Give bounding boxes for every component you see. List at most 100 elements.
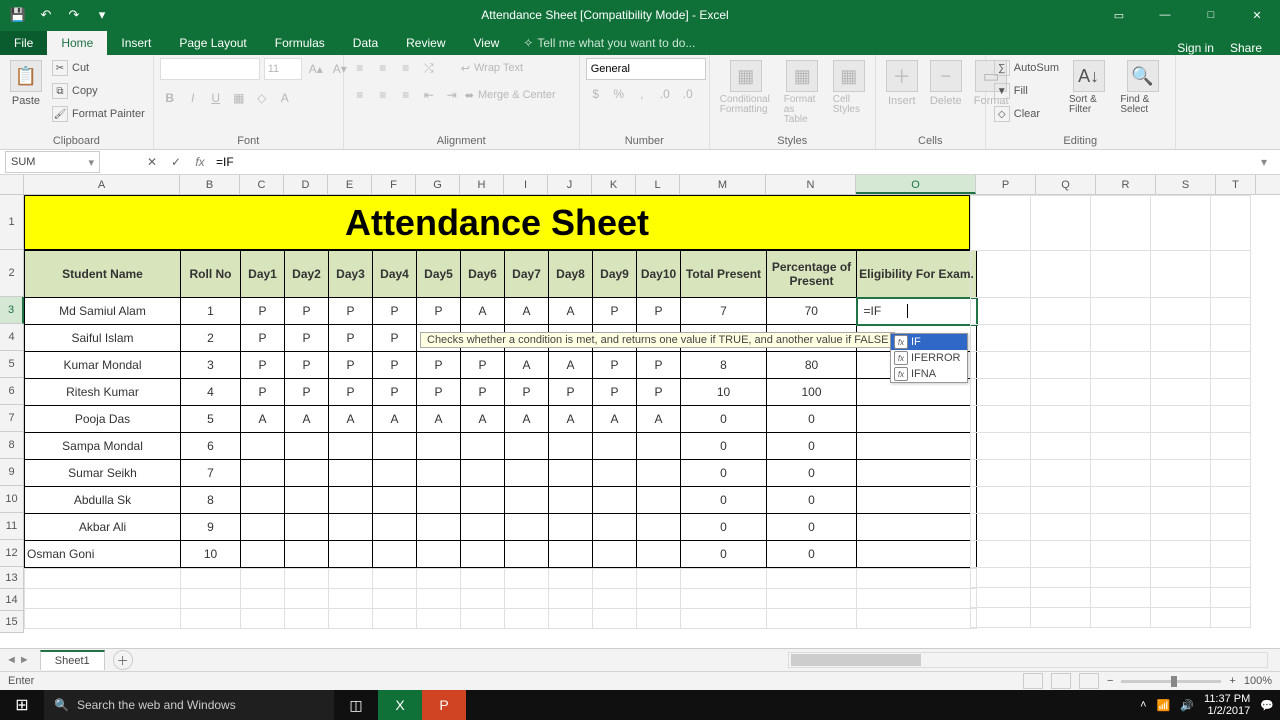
cell[interactable]: 80 (767, 352, 857, 379)
table-header[interactable]: Day6 (461, 251, 505, 298)
cell[interactable] (857, 541, 977, 568)
cell[interactable] (1211, 588, 1251, 608)
cell[interactable]: P (373, 325, 417, 352)
cell[interactable] (461, 460, 505, 487)
cell[interactable] (1091, 568, 1151, 588)
cell[interactable]: P (637, 298, 681, 325)
cell[interactable] (1211, 541, 1251, 568)
tab-insert[interactable]: Insert (107, 31, 165, 55)
cell[interactable] (1211, 352, 1251, 379)
cell[interactable] (593, 569, 637, 589)
notifications-icon[interactable]: 💬 (1260, 699, 1274, 712)
cell[interactable] (637, 609, 681, 629)
cell[interactable] (181, 569, 241, 589)
font-size-combo[interactable] (264, 58, 302, 80)
column-header[interactable]: E (328, 175, 372, 194)
cell[interactable]: A (505, 298, 549, 325)
cell[interactable]: Abdulla Sk (25, 487, 181, 514)
cell[interactable] (1031, 541, 1091, 568)
table-header[interactable]: Day10 (637, 251, 681, 298)
cell[interactable] (1091, 352, 1151, 379)
cell[interactable] (241, 433, 285, 460)
cell[interactable] (593, 589, 637, 609)
cell[interactable] (241, 541, 285, 568)
cell[interactable] (857, 433, 977, 460)
cell[interactable] (971, 460, 1031, 487)
cell[interactable] (241, 609, 285, 629)
cell[interactable] (461, 589, 505, 609)
table-header[interactable]: Eligibility For Exam. (857, 251, 977, 298)
row-header[interactable]: 13 (0, 567, 24, 589)
cell[interactable] (637, 487, 681, 514)
cell[interactable]: P (593, 379, 637, 406)
cell[interactable]: P (461, 352, 505, 379)
table-header[interactable]: Roll No (181, 251, 241, 298)
autocomplete-item[interactable]: fxIFERROR (891, 350, 967, 366)
sheet-nav-next-icon[interactable]: ► (19, 654, 30, 666)
cell[interactable] (593, 609, 637, 629)
cell[interactable]: P (329, 379, 373, 406)
cell[interactable]: 0 (681, 460, 767, 487)
cell[interactable]: Kumar Mondal (25, 352, 181, 379)
cell[interactable] (637, 460, 681, 487)
column-header[interactable]: O (856, 175, 976, 194)
cell[interactable]: P (285, 352, 329, 379)
cell[interactable] (593, 514, 637, 541)
cell[interactable] (1091, 514, 1151, 541)
cell[interactable] (681, 569, 767, 589)
cell[interactable]: P (329, 352, 373, 379)
cell[interactable] (637, 433, 681, 460)
increase-decimal-icon[interactable]: .0 (655, 84, 675, 104)
cell[interactable]: P (593, 352, 637, 379)
cell[interactable] (505, 487, 549, 514)
cell[interactable]: 10 (681, 379, 767, 406)
cell[interactable] (971, 588, 1031, 608)
cell[interactable]: 0 (681, 514, 767, 541)
cell[interactable] (417, 487, 461, 514)
cell[interactable] (1211, 514, 1251, 541)
cell[interactable] (417, 514, 461, 541)
bold-button[interactable]: B (160, 88, 180, 108)
cell[interactable] (971, 298, 1031, 325)
cell[interactable]: P (329, 325, 373, 352)
row-header[interactable]: 2 (0, 250, 24, 297)
cell[interactable] (681, 589, 767, 609)
cell[interactable] (373, 569, 417, 589)
cell[interactable] (1031, 588, 1091, 608)
cell[interactable] (549, 433, 593, 460)
column-header[interactable]: B (180, 175, 240, 194)
cell[interactable] (1031, 514, 1091, 541)
cell[interactable]: P (241, 325, 285, 352)
redo-icon[interactable]: ↷ (62, 3, 86, 27)
cell[interactable]: A (373, 406, 417, 433)
cell[interactable] (505, 514, 549, 541)
cell[interactable]: 8 (681, 352, 767, 379)
cell[interactable]: P (373, 379, 417, 406)
cell[interactable]: A (549, 352, 593, 379)
table-header[interactable]: Day7 (505, 251, 549, 298)
table-header[interactable]: Student Name (25, 251, 181, 298)
cell[interactable]: 7 (181, 460, 241, 487)
cell[interactable] (505, 433, 549, 460)
cell[interactable]: 10 (181, 541, 241, 568)
cut-button[interactable]: ✂Cut (50, 58, 147, 78)
column-header[interactable]: L (636, 175, 680, 194)
cell[interactable]: P (285, 379, 329, 406)
cell[interactable]: Pooja Das (25, 406, 181, 433)
cell[interactable] (241, 460, 285, 487)
cell[interactable] (329, 609, 373, 629)
cell[interactable] (1151, 298, 1211, 325)
cell[interactable]: 0 (681, 487, 767, 514)
cell[interactable] (25, 569, 181, 589)
cell[interactable] (971, 325, 1031, 352)
table-header[interactable]: Day5 (417, 251, 461, 298)
cell[interactable]: 0 (767, 433, 857, 460)
cell[interactable]: P (505, 379, 549, 406)
cell[interactable] (1031, 251, 1091, 298)
cell[interactable] (1031, 298, 1091, 325)
cell[interactable]: Saiful Islam (25, 325, 181, 352)
cell[interactable] (1151, 251, 1211, 298)
cell[interactable] (461, 541, 505, 568)
cell[interactable] (329, 569, 373, 589)
column-header[interactable]: H (460, 175, 504, 194)
